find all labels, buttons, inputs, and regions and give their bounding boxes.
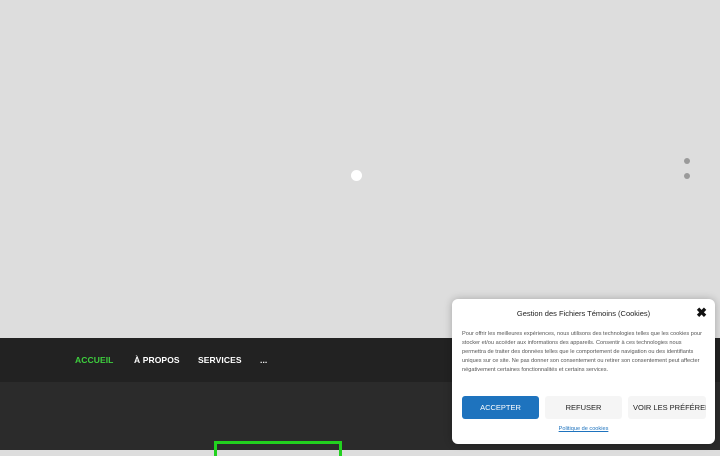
view-preferences-button[interactable]: VOIR LES PRÉFÉRENCES [628, 396, 706, 419]
slider-dot[interactable] [684, 158, 690, 164]
close-icon[interactable]: ✖ [696, 305, 707, 321]
cookie-consent-dialog: Gestion des Fichiers Témoins (Cookies) ✖… [452, 299, 715, 444]
cookie-policy-link[interactable]: Politique de cookies [452, 426, 715, 432]
cookie-dialog-message: Pour offrir les meilleures expériences, … [462, 331, 702, 373]
loading-indicator [351, 170, 362, 181]
hero-slider [0, 0, 720, 338]
nav-item-more[interactable]: ... [260, 338, 267, 382]
nav-item-a-propos[interactable]: À PROPOS [134, 338, 180, 382]
slider-dot[interactable] [684, 173, 690, 179]
slider-pagination [684, 158, 690, 188]
accept-button[interactable]: ACCEPTER [462, 396, 539, 419]
highlight-frame [214, 441, 342, 456]
refuse-button[interactable]: REFUSER [545, 396, 622, 419]
nav-item-services[interactable]: SERVICES [198, 338, 242, 382]
nav-item-accueil[interactable]: ACCUEIL [75, 338, 113, 382]
cookie-dialog-title: Gestion des Fichiers Témoins (Cookies) [516, 309, 651, 318]
